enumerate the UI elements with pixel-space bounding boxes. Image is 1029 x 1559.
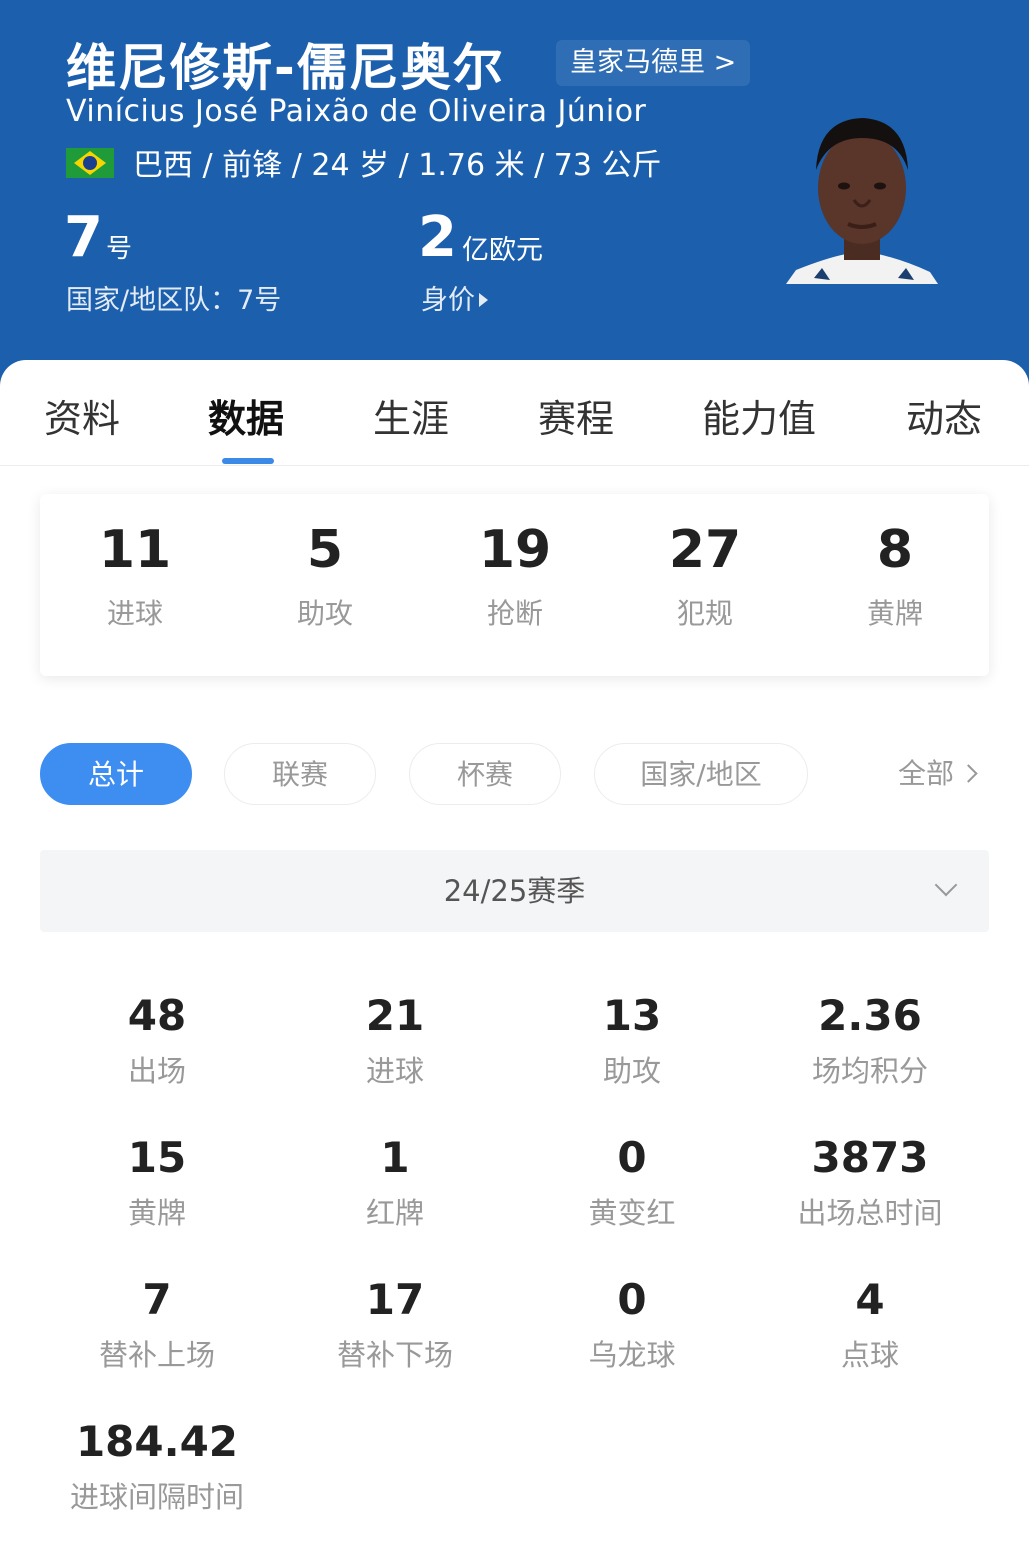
stat-item: 48 出场 — [37, 990, 277, 1090]
stat-label: 替补上场 — [98, 1338, 215, 1372]
stat-item: 0 乌龙球 — [512, 1274, 752, 1374]
stat-value: 184.42 — [75, 1417, 239, 1466]
stat-value: 2.36 — [818, 991, 922, 1040]
national-team-number: 国家/地区队：7号 — [66, 285, 282, 316]
summary-card: 11 进球 5 助攻 19 抢断 27 犯规 8 黄牌 — [40, 494, 989, 676]
season-label: 24/25赛季 — [443, 874, 586, 908]
team-link[interactable]: 皇家马德里 > — [556, 40, 751, 86]
stat-value: 7 — [142, 1275, 172, 1324]
shirt-number-unit: 号 — [106, 234, 133, 264]
filter-national[interactable]: 国家/地区 — [594, 743, 808, 805]
stat-label: 场均积分 — [811, 1054, 928, 1088]
stat-value: 4 — [855, 1275, 885, 1324]
market-value: 2 — [418, 205, 457, 270]
stat-item: 17 替补下场 — [275, 1274, 515, 1374]
summary-item: 27 犯规 — [610, 494, 800, 632]
summary-value: 8 — [876, 520, 914, 580]
tab-schedule[interactable]: 赛程 — [538, 388, 614, 443]
market-value-unit: 亿欧元 — [462, 235, 543, 266]
tab-bar: 资料 数据 生涯 赛程 能力值 动态 — [0, 360, 1029, 466]
summary-value: 27 — [668, 520, 742, 580]
stat-value: 3873 — [811, 1133, 929, 1182]
chevron-right-icon — [959, 764, 978, 783]
stat-label: 点球 — [840, 1338, 899, 1372]
stat-label: 出场 — [127, 1054, 186, 1088]
stat-value: 17 — [365, 1275, 425, 1324]
player-header: 维尼修斯-儒尼奥尔 皇家马德里 > Vinícius José Paixão d… — [0, 0, 1029, 400]
stat-item: 21 进球 — [275, 990, 515, 1090]
filter-all-label: 全部 — [898, 757, 955, 790]
stat-label: 进球 — [365, 1054, 424, 1088]
stat-value: 0 — [617, 1133, 647, 1182]
stat-label: 乌龙球 — [588, 1338, 676, 1372]
summary-value: 5 — [306, 520, 344, 580]
summary-value: 19 — [478, 520, 552, 580]
summary-label: 犯规 — [676, 597, 733, 630]
stat-item: 4 点球 — [750, 1274, 990, 1374]
summary-label: 助攻 — [296, 597, 353, 630]
tab-profile[interactable]: 资料 — [44, 388, 120, 443]
player-photo — [786, 108, 938, 284]
market-value-label: 身价 — [421, 285, 475, 316]
summary-label: 进球 — [106, 597, 163, 630]
summary-item: 8 黄牌 — [800, 494, 990, 632]
stat-value: 21 — [365, 991, 425, 1040]
stat-value: 13 — [602, 991, 662, 1040]
stat-value: 0 — [617, 1275, 647, 1324]
summary-value: 11 — [98, 520, 172, 580]
stat-label: 黄变红 — [588, 1196, 676, 1230]
stat-label: 助攻 — [602, 1054, 661, 1088]
stat-item: 1 红牌 — [275, 1132, 515, 1232]
stat-value: 48 — [127, 991, 187, 1040]
summary-item: 11 进球 — [40, 494, 230, 632]
filter-total[interactable]: 总计 — [40, 743, 192, 805]
summary-item: 19 抢断 — [420, 494, 610, 632]
player-bio: 巴西 / 前锋 / 24 岁 / 1.76 米 / 73 公斤 — [133, 148, 662, 183]
stat-item: 0 黄变红 — [512, 1132, 752, 1232]
player-name-cn: 维尼修斯-儒尼奥尔 — [66, 39, 505, 97]
summary-item: 5 助攻 — [230, 494, 420, 632]
shirt-number: 7 — [64, 205, 103, 270]
content-card: 资料 数据 生涯 赛程 能力值 动态 11 进球 5 助攻 19 抢断 27 犯… — [0, 360, 1029, 1559]
summary-label: 抢断 — [486, 597, 543, 630]
stat-item: 3873 出场总时间 — [750, 1132, 990, 1232]
stat-item: 13 助攻 — [512, 990, 752, 1090]
market-value-link[interactable]: 身价 — [421, 278, 488, 317]
season-select[interactable]: 24/25赛季 — [40, 850, 989, 932]
tab-career[interactable]: 生涯 — [373, 388, 449, 443]
player-name-en: Vinícius José Paixão de Oliveira Júnior — [66, 94, 647, 129]
stat-label: 黄牌 — [127, 1196, 186, 1230]
filter-cup[interactable]: 杯赛 — [409, 743, 561, 805]
tab-news[interactable]: 动态 — [906, 388, 982, 443]
filter-bar: 总计 联赛 杯赛 国家/地区 全部 — [0, 743, 1029, 805]
stat-value: 1 — [380, 1133, 410, 1182]
stat-label: 替补下场 — [336, 1338, 453, 1372]
stat-label: 红牌 — [365, 1196, 424, 1230]
tab-ability[interactable]: 能力值 — [702, 388, 816, 443]
active-tab-indicator — [222, 458, 274, 464]
stat-label: 出场总时间 — [797, 1196, 943, 1230]
brazil-flag-icon — [66, 148, 114, 178]
play-arrow-icon — [479, 293, 488, 307]
stat-item: 184.42 进球间隔时间 — [37, 1416, 277, 1516]
stat-item: 15 黄牌 — [37, 1132, 277, 1232]
stat-label: 进球间隔时间 — [69, 1480, 244, 1514]
stat-value: 15 — [127, 1133, 187, 1182]
tab-data[interactable]: 数据 — [208, 388, 284, 443]
filter-league[interactable]: 联赛 — [224, 743, 376, 805]
stat-item: 2.36 场均积分 — [750, 990, 990, 1090]
stat-item: 7 替补上场 — [37, 1274, 277, 1374]
filter-all-link[interactable]: 全部 — [898, 743, 978, 805]
summary-label: 黄牌 — [866, 597, 923, 630]
